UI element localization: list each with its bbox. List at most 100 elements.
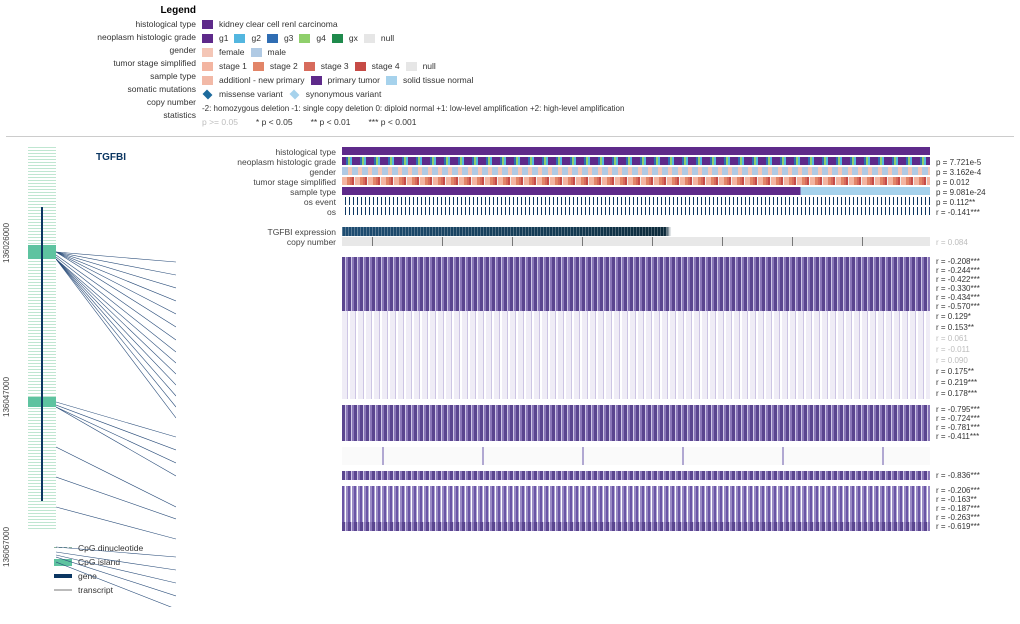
- track-label: [176, 344, 342, 355]
- track-label: neoplasm histologic grade: [176, 157, 342, 167]
- track-stat: r = -0.836***: [930, 471, 1014, 480]
- track-heatmap: [342, 471, 930, 480]
- track-stat: r = -0.411***: [930, 432, 1014, 441]
- track-heatmap: [342, 266, 930, 275]
- track-stat: r = -0.422***: [930, 275, 1014, 284]
- track-stat: p = 9.081e-24: [930, 187, 1014, 197]
- legend-values-col: kidney clear cell renl carcinoma g1g2g3g…: [202, 4, 1014, 130]
- track-stat: r = -0.263***: [930, 513, 1014, 522]
- track-label: os: [176, 207, 342, 217]
- legend-labels-col: Legend histological type neoplasm histol…: [6, 4, 202, 130]
- track-label: [176, 522, 342, 531]
- track-stat: r = -0.011: [930, 344, 1014, 355]
- track-stat: r = -0.795***: [930, 405, 1014, 414]
- legend-row-label: statistics: [6, 109, 196, 122]
- track-stat: r = -0.434***: [930, 293, 1014, 302]
- cpg-island: [28, 397, 56, 407]
- legend-row-label: tumor stage simplified: [6, 57, 196, 70]
- track-row: tumor stage simplified p = 0.012: [176, 177, 1014, 187]
- expression-tracks: TGFBI expression copy number r = 0.084: [176, 227, 1014, 247]
- track-label: [176, 366, 342, 377]
- cpg-island: [28, 245, 56, 259]
- track-label: [176, 513, 342, 522]
- track-row: [176, 456, 1014, 465]
- track-label: TGFBI expression: [176, 227, 342, 237]
- track-row: r = -0.187***: [176, 504, 1014, 513]
- track-label: [176, 333, 342, 344]
- track-row: r = -0.206***: [176, 486, 1014, 495]
- plot-column: histological type neoplasm histologic gr…: [176, 147, 1014, 531]
- track-label: sample type: [176, 187, 342, 197]
- track-stat: r = 0.175**: [930, 366, 1014, 377]
- track-heatmap: [342, 447, 930, 456]
- track-heatmap: [342, 414, 930, 423]
- track-heatmap: [342, 177, 930, 185]
- track-label: tumor stage simplified: [176, 177, 342, 187]
- track-heatmap: [342, 293, 930, 302]
- track-heatmap: [342, 147, 930, 155]
- legend-title: Legend: [6, 4, 196, 18]
- track-heatmap: [342, 197, 930, 205]
- track-stat: r = -0.724***: [930, 414, 1014, 423]
- track-row: r = -0.244***: [176, 266, 1014, 275]
- track-heatmap: [342, 486, 930, 495]
- track-stat: r = -0.244***: [930, 266, 1014, 275]
- track-row: r = -0.011: [176, 344, 1014, 355]
- track-heatmap: [342, 227, 930, 236]
- track-row: r = -0.422***: [176, 275, 1014, 284]
- track-heatmap: [342, 157, 930, 165]
- track-heatmap: [342, 333, 930, 344]
- track-heatmap: [342, 322, 930, 333]
- track-heatmap: [342, 366, 930, 377]
- track-stat: r = 0.219***: [930, 377, 1014, 388]
- track-row: TGFBI expression: [176, 227, 1014, 237]
- legend-row-values: p >= 0.05* p < 0.05** p < 0.01*** p < 0.…: [202, 116, 1014, 129]
- track-heatmap: [342, 167, 930, 175]
- track-heatmap: [342, 257, 930, 266]
- legend-row-values: stage 1stage 2stage 3stage 4null: [202, 60, 1014, 73]
- track-heatmap: [342, 187, 930, 195]
- track-heatmap: [342, 405, 930, 414]
- track-stat: r = -0.206***: [930, 486, 1014, 495]
- track-row: r = 0.175**: [176, 366, 1014, 377]
- track-row: r = -0.330***: [176, 284, 1014, 293]
- main-figure: 136026000 136047000 136067000 TGFBI: [6, 147, 1014, 531]
- track-stat: p = 7.721e-5: [930, 157, 1014, 167]
- probe-link-lines: TGFBI: [56, 147, 176, 531]
- track-row: r = -0.163**: [176, 495, 1014, 504]
- track-label: [176, 322, 342, 333]
- track-stat: r = 0.178***: [930, 388, 1014, 399]
- track-stat: p = 0.012: [930, 177, 1014, 187]
- track-row: r = -0.619***: [176, 522, 1014, 531]
- track-label: [176, 266, 342, 275]
- track-label: histological type: [176, 147, 342, 157]
- track-stat: r = -0.208***: [930, 257, 1014, 266]
- track-heatmap: [342, 522, 930, 531]
- track-label: [176, 495, 342, 504]
- legend-row-values: -2: homozygous deletion -1: single copy …: [202, 102, 1014, 115]
- track-label: [176, 275, 342, 284]
- track-label: [176, 284, 342, 293]
- track-legend-item: CpG island: [54, 555, 1014, 569]
- track-row: os r = -0.141***: [176, 207, 1014, 217]
- track-heatmap: [342, 513, 930, 522]
- track-legend-item: CpG dinucleotide: [54, 541, 1014, 555]
- track-label: [176, 405, 342, 414]
- track-stat: r = 0.090: [930, 355, 1014, 366]
- axis-tick: 136067000: [2, 527, 11, 567]
- track-heatmap: [342, 504, 930, 513]
- legend-row-values: g1g2g3g4gxnull: [202, 32, 1014, 45]
- track-row: r = -0.836***: [176, 471, 1014, 480]
- track-heatmap: [342, 311, 930, 322]
- track-heatmap: [342, 237, 930, 246]
- track-heatmap: [342, 302, 930, 311]
- track-row: copy number r = 0.084: [176, 237, 1014, 247]
- track-heatmap: [342, 344, 930, 355]
- track-stat: r = -0.619***: [930, 522, 1014, 531]
- track-label: [176, 456, 342, 465]
- track-label: os event: [176, 197, 342, 207]
- track-label: [176, 388, 342, 399]
- track-heatmap: [342, 275, 930, 284]
- track-row: r = -0.781***: [176, 423, 1014, 432]
- track-stat: r = 0.129*: [930, 311, 1014, 322]
